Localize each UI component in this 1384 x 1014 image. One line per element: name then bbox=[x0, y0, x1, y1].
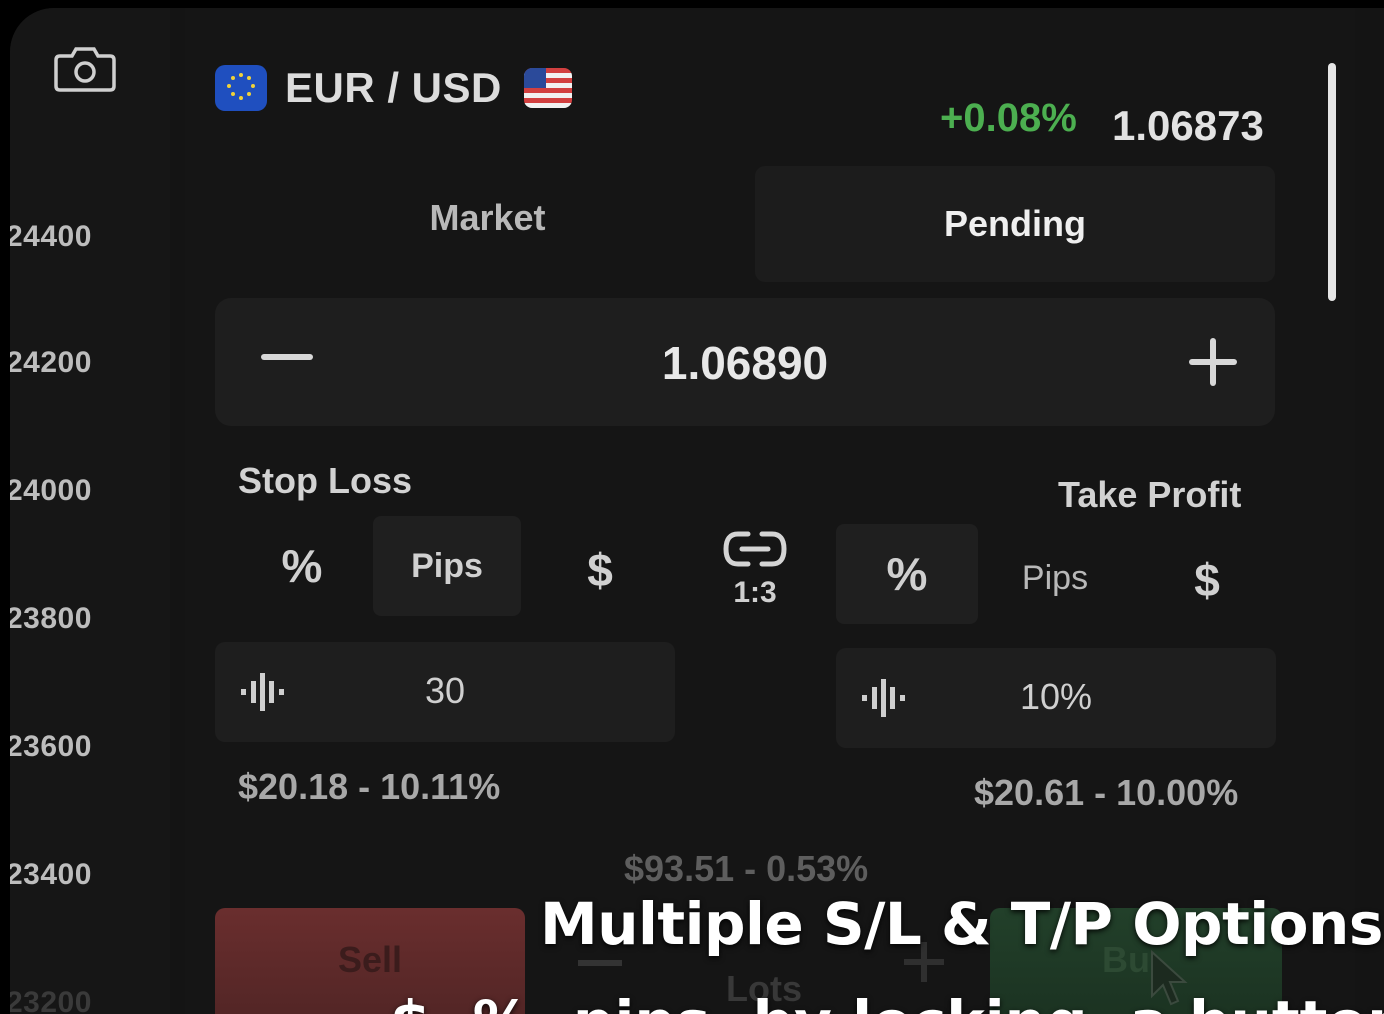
tp-summary: $20.61 - 10.00% bbox=[974, 772, 1239, 813]
tp-value-field[interactable]: 10% bbox=[836, 648, 1276, 748]
take-profit-title: Take Profit bbox=[1058, 474, 1242, 515]
lots-minus-icon[interactable] bbox=[578, 960, 622, 966]
scrollbar[interactable] bbox=[1328, 63, 1336, 301]
axis-label: 23200 bbox=[10, 986, 92, 1014]
sl-percent-option[interactable]: % bbox=[232, 516, 372, 616]
link-toggle[interactable]: 1:3 bbox=[710, 528, 800, 610]
caption-line-2: $, %, pips, by locking, a button bbox=[390, 988, 1384, 1014]
tab-market[interactable]: Market bbox=[215, 186, 760, 262]
sl-dollar-option[interactable]: $ bbox=[525, 520, 675, 620]
waveform-icon bbox=[862, 679, 905, 717]
waveform-icon bbox=[241, 673, 284, 711]
axis-label: 23600 bbox=[10, 730, 92, 763]
tp-dollar-option[interactable]: $ bbox=[1132, 530, 1282, 630]
price-axis: 24400 24200 24000 23800 23600 23400 2320… bbox=[10, 8, 170, 1014]
tab-pending[interactable]: Pending bbox=[755, 166, 1275, 282]
margin-info: $93.51 - 0.53% bbox=[624, 848, 869, 889]
pair-name: EUR / USD bbox=[285, 64, 502, 111]
trading-window: 24400 24200 24000 23800 23600 23400 2320… bbox=[10, 8, 1384, 1014]
sl-pips-option[interactable]: Pips bbox=[373, 516, 521, 616]
camera-icon[interactable] bbox=[54, 46, 116, 92]
axis-label: 24200 bbox=[10, 346, 92, 379]
price-change: +0.08% bbox=[940, 96, 1077, 140]
link-icon bbox=[723, 531, 787, 567]
axis-label: 23800 bbox=[10, 602, 92, 635]
currency-pair[interactable]: EUR / USD bbox=[215, 64, 572, 112]
tp-percent-option[interactable]: % bbox=[836, 524, 978, 624]
eu-flag-icon bbox=[215, 65, 267, 111]
axis-label: 24400 bbox=[10, 220, 92, 253]
price-input[interactable]: 1.06890 bbox=[215, 336, 1275, 390]
stop-loss-title: Stop Loss bbox=[238, 460, 413, 501]
sl-summary: $20.18 - 10.11% bbox=[238, 766, 501, 807]
sl-value: 30 bbox=[425, 670, 466, 711]
price-stepper: 1.06890 bbox=[215, 298, 1275, 426]
us-flag-icon bbox=[523, 68, 572, 108]
plus-icon[interactable] bbox=[1189, 338, 1237, 386]
sl-value-field[interactable]: 30 bbox=[215, 642, 675, 742]
caption-line-1: Multiple S/L & T/P Options bbox=[540, 890, 1383, 958]
tp-value: 10% bbox=[1020, 676, 1093, 717]
tp-pips-option[interactable]: Pips bbox=[982, 528, 1128, 628]
risk-reward-ratio: 1:3 bbox=[733, 576, 777, 609]
current-price: 1.06873 bbox=[1112, 102, 1264, 149]
axis-label: 23400 bbox=[10, 858, 92, 891]
axis-label: 24000 bbox=[10, 474, 92, 507]
